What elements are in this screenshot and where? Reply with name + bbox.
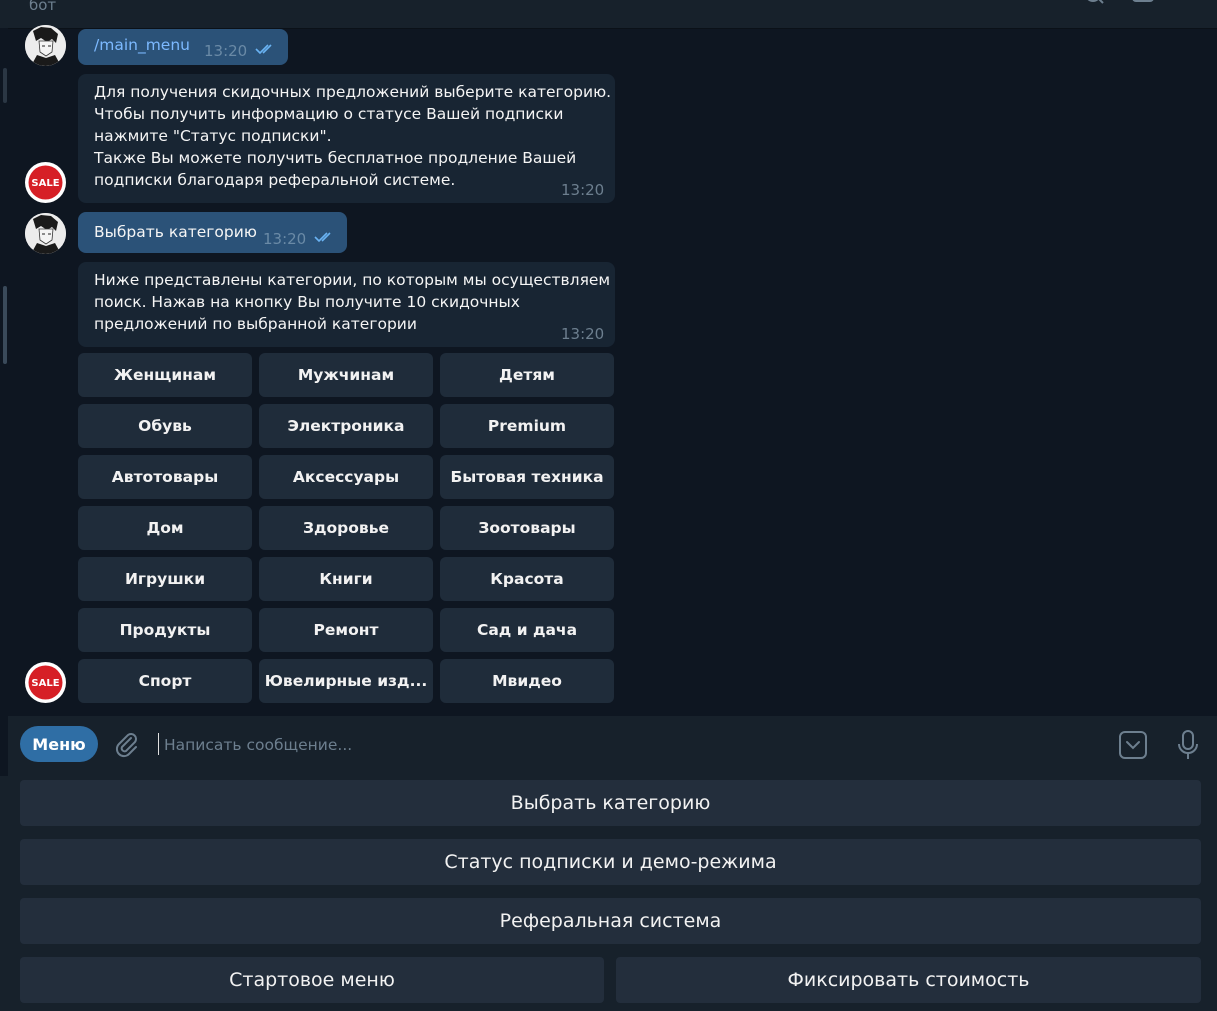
- category-button-shoes[interactable]: Обувь: [78, 404, 252, 448]
- category-button-accessories[interactable]: Аксессуары: [259, 455, 433, 499]
- category-button-books[interactable]: Книги: [259, 557, 433, 601]
- category-button-health[interactable]: Здоровье: [259, 506, 433, 550]
- subscription-status-button[interactable]: Статус подписки и демо-режима: [20, 839, 1201, 885]
- user-avatar-image: [25, 25, 66, 66]
- message-text[interactable]: /main_menu: [94, 34, 190, 56]
- double-check-icon: [314, 232, 331, 243]
- referral-system-button[interactable]: Реферальная система: [20, 898, 1201, 944]
- message-input[interactable]: [162, 730, 1066, 760]
- choose-category-button[interactable]: Выбрать категорию: [20, 780, 1201, 826]
- attach-icon[interactable]: [112, 730, 140, 758]
- message-text: Ниже представлены категории, по которым …: [94, 271, 611, 333]
- category-button-repair[interactable]: Ремонт: [259, 608, 433, 652]
- call-icon[interactable]: [1132, 0, 1154, 6]
- chat-subtitle: бот: [29, 0, 57, 14]
- message-time: 13:20: [204, 42, 248, 60]
- message-bubble[interactable]: Для получения скидочных предложений выбе…: [78, 74, 615, 203]
- message-text: Для получения скидочных предложений выбе…: [94, 83, 612, 189]
- category-button-food[interactable]: Продукты: [78, 608, 252, 652]
- message-bubble[interactable]: Ниже представлены категории, по которым …: [78, 262, 615, 347]
- category-button-auto[interactable]: Автотовары: [78, 455, 252, 499]
- message-bubble[interactable]: /main_menu 13:20: [78, 29, 288, 65]
- category-button-garden[interactable]: Сад и дача: [440, 608, 614, 652]
- menu-button[interactable]: Меню: [20, 726, 98, 762]
- fix-price-button[interactable]: Фиксировать стоимость: [616, 957, 1201, 1003]
- category-button-beauty[interactable]: Красота: [440, 557, 614, 601]
- category-button-kids[interactable]: Детям: [440, 353, 614, 397]
- start-menu-button[interactable]: Стартовое меню: [20, 957, 604, 1003]
- sale-badge-icon: SALE: [25, 662, 66, 703]
- user-avatar[interactable]: [25, 213, 66, 254]
- bot-avatar[interactable]: SALE: [25, 662, 66, 703]
- message-text: Выбрать категорию: [94, 223, 257, 241]
- category-button-mvideo[interactable]: Мвидео: [440, 659, 614, 703]
- message-time: 13:20: [561, 325, 605, 343]
- category-button-toys[interactable]: Игрушки: [78, 557, 252, 601]
- sale-badge-text: SALE: [31, 178, 59, 189]
- chat-scrollbar[interactable]: [0, 28, 8, 716]
- category-button-women[interactable]: Женщинам: [78, 353, 252, 397]
- more-icon[interactable]: [1180, 0, 1202, 6]
- scrollbar-thumb[interactable]: [3, 68, 7, 103]
- category-button-appliances[interactable]: Бытовая техника: [440, 455, 614, 499]
- category-button-men[interactable]: Мужчинам: [259, 353, 433, 397]
- scrollbar-thumb[interactable]: [3, 286, 7, 364]
- category-button-electronics[interactable]: Электроника: [259, 404, 433, 448]
- message-time: 13:20: [263, 230, 307, 248]
- category-button-sport[interactable]: Спорт: [78, 659, 252, 703]
- microphone-icon[interactable]: [1175, 729, 1201, 761]
- text-caret: [158, 733, 159, 755]
- double-check-icon: [255, 44, 272, 55]
- category-button-jewelry[interactable]: Ювелирные изд...: [259, 659, 433, 703]
- message-bubble[interactable]: Выбрать категорию 13:20: [78, 212, 347, 253]
- reply-keyboard: Выбрать категорию Статус подписки и демо…: [0, 776, 1217, 1011]
- bot-avatar[interactable]: SALE: [25, 162, 66, 203]
- chat-header: бот: [0, 0, 1217, 29]
- message-composer: Меню: [8, 716, 1217, 776]
- user-avatar[interactable]: [25, 25, 66, 66]
- message-time: 13:20: [561, 181, 605, 199]
- sale-badge-text: SALE: [31, 678, 59, 689]
- bot-keyboard-toggle-icon[interactable]: [1118, 730, 1148, 760]
- category-button-home[interactable]: Дом: [78, 506, 252, 550]
- user-avatar-image: [25, 213, 66, 254]
- search-icon[interactable]: [1084, 0, 1106, 6]
- category-button-pets[interactable]: Зоотовары: [440, 506, 614, 550]
- category-button-premium[interactable]: Premium: [440, 404, 614, 448]
- sale-badge-icon: SALE: [25, 162, 66, 203]
